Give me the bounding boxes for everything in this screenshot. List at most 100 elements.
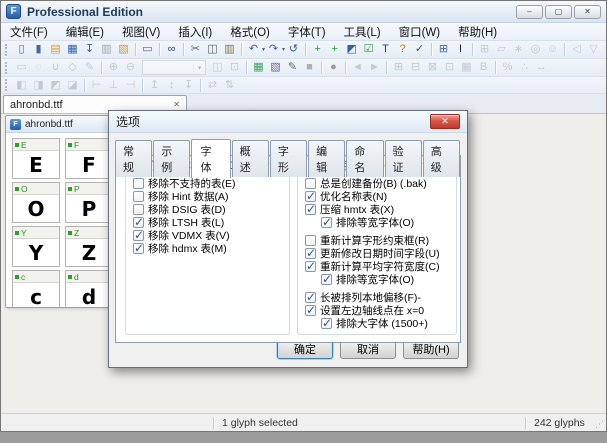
tab-naming[interactable]: 命名 bbox=[346, 140, 383, 177]
zoom-combobox[interactable]: ▾ bbox=[142, 60, 206, 75]
toolbar-separator bbox=[321, 61, 322, 74]
glyph-cell-E[interactable]: E E bbox=[12, 138, 60, 179]
undo-icon[interactable]: ↶ bbox=[245, 42, 262, 57]
checkbox[interactable] bbox=[133, 178, 144, 189]
chevron-down-icon[interactable]: ▾ bbox=[193, 64, 205, 72]
menu-format[interactable]: 格式(O) bbox=[221, 23, 279, 40]
menu-help[interactable]: 帮助(H) bbox=[449, 23, 506, 40]
glyph-cell-c[interactable]: c c bbox=[12, 270, 60, 308]
mapped-glyph-dot bbox=[15, 187, 19, 191]
checkbox-exclude-monospaced-2[interactable]: 排除等宽字体(O) bbox=[305, 273, 452, 286]
revert-icon[interactable]: ↺ bbox=[285, 42, 302, 57]
menu-tools[interactable]: 工具(L) bbox=[335, 23, 390, 40]
paste-icon[interactable]: ▥ bbox=[221, 42, 238, 57]
glyph-cell-label: Y bbox=[21, 228, 27, 238]
group-when-saving-font: 当保存字体文件时(S) 总是创建备份(B) (.bak) 优化名称表(N) 压缩… bbox=[297, 163, 457, 335]
checkbox[interactable] bbox=[133, 217, 144, 228]
menu-font[interactable]: 字体(T) bbox=[279, 23, 335, 40]
preview-table-icon[interactable]: ⊞ bbox=[435, 42, 452, 57]
checkbox[interactable] bbox=[321, 274, 332, 285]
export-icon[interactable]: ↧ bbox=[81, 42, 98, 57]
glyph-cell-F[interactable]: F F bbox=[65, 138, 113, 179]
checkbox[interactable] bbox=[321, 318, 332, 329]
background-toggle-icon[interactable]: ■ bbox=[301, 60, 318, 75]
toolbar-separator bbox=[84, 79, 85, 92]
mapped-glyph-dot bbox=[68, 143, 72, 147]
minimize-button[interactable]: – bbox=[516, 5, 543, 19]
checkbox-exclude-large-fonts[interactable]: 排除大字体 (1500+) bbox=[305, 317, 452, 330]
checkbox[interactable] bbox=[133, 204, 144, 215]
maximize-button[interactable]: ▢ bbox=[545, 5, 572, 19]
copy-icon[interactable]: ◫ bbox=[204, 42, 221, 57]
app-logo-icon: F bbox=[6, 4, 21, 19]
checkbox[interactable] bbox=[305, 261, 316, 272]
checkbox[interactable] bbox=[305, 178, 316, 189]
tab-general[interactable]: 常规 bbox=[115, 140, 152, 177]
menu-window[interactable]: 窗口(W) bbox=[390, 23, 450, 40]
validate-font-icon[interactable]: ☑ bbox=[360, 42, 377, 57]
tab-edit[interactable]: 编辑 bbox=[308, 140, 345, 177]
draw-tool-icon[interactable]: ✎ bbox=[284, 60, 301, 75]
autonaming-icon[interactable]: ✓ bbox=[411, 42, 428, 57]
resize-grip[interactable]: ⋰ bbox=[594, 414, 606, 431]
glyph-cell-d[interactable]: d d bbox=[65, 270, 113, 308]
new-document-icon[interactable]: ▯ bbox=[13, 42, 30, 57]
glyph-properties-icon[interactable]: ◩ bbox=[343, 42, 360, 57]
checkbox[interactable] bbox=[321, 217, 332, 228]
shift-right-icon: ◨ bbox=[30, 78, 47, 93]
new-wizard-icon[interactable]: ▮ bbox=[30, 42, 47, 57]
open-folder-icon[interactable]: ▤ bbox=[47, 42, 64, 57]
checkbox[interactable] bbox=[305, 248, 316, 259]
tab-overview[interactable]: 概述 bbox=[232, 140, 269, 177]
glyph-cell-Z[interactable]: Z Z bbox=[65, 226, 113, 267]
checkbox[interactable] bbox=[305, 235, 316, 246]
point-mode-icon[interactable]: ● bbox=[325, 60, 342, 75]
menu-file[interactable]: 文件(F) bbox=[1, 23, 57, 40]
checkbox[interactable] bbox=[305, 305, 316, 316]
redo-icon[interactable]: ↷ bbox=[265, 42, 282, 57]
dialog-title-bar[interactable]: 选项 ✕ bbox=[109, 111, 467, 133]
cut-icon[interactable]: ✂ bbox=[187, 42, 204, 57]
copy-page-icon[interactable]: ▥ bbox=[98, 42, 115, 57]
main-window: F Professional Edition – ▢ ✕ 文件(F) 编辑(E)… bbox=[0, 0, 607, 432]
image-import-icon[interactable]: ▦ bbox=[250, 60, 267, 75]
toolbar-separator bbox=[431, 43, 432, 56]
tab-glyph[interactable]: 字形 bbox=[270, 140, 307, 177]
checkbox[interactable] bbox=[305, 191, 316, 202]
find-icon[interactable]: ∞ bbox=[163, 42, 180, 57]
checkbox[interactable] bbox=[133, 191, 144, 202]
checkbox-exclude-monospaced-1[interactable]: 排除等宽字体(O) bbox=[305, 216, 452, 229]
title-bar: F Professional Edition – ▢ ✕ bbox=[1, 1, 606, 23]
glyph-window-title-bar[interactable]: F ahronbd.ttf bbox=[6, 116, 116, 133]
glyph-cell-P[interactable]: P P bbox=[65, 182, 113, 223]
save-icon[interactable]: ▦ bbox=[64, 42, 81, 57]
tab-font[interactable]: 字体 bbox=[191, 139, 230, 178]
insert-character-icon[interactable]: I bbox=[452, 42, 469, 57]
checkbox-remove-hdmx-table[interactable]: 移除 hdmx 表(M) bbox=[133, 242, 285, 255]
quick-help-icon[interactable]: ? bbox=[394, 42, 411, 57]
insert-glyphs-icon[interactable]: + bbox=[326, 42, 343, 57]
close-button[interactable]: ✕ bbox=[574, 5, 601, 19]
image-trace-icon[interactable]: ▧ bbox=[267, 60, 284, 75]
print-icon[interactable]: ▭ bbox=[139, 42, 156, 57]
tab-sample[interactable]: 示例 bbox=[153, 140, 190, 177]
toolbar-grip[interactable] bbox=[5, 62, 8, 74]
menu-insert[interactable]: 插入(I) bbox=[169, 23, 221, 40]
tab-advanced[interactable]: 高级 bbox=[423, 140, 460, 177]
favorites-folder-icon[interactable]: ▧ bbox=[115, 42, 132, 57]
insert-glyph-icon[interactable]: + bbox=[309, 42, 326, 57]
tab-validation[interactable]: 验证 bbox=[385, 140, 422, 177]
tab-close-icon[interactable]: ✕ bbox=[173, 100, 180, 109]
glyph-cell-Y[interactable]: Y Y bbox=[12, 226, 60, 267]
menu-view[interactable]: 视图(V) bbox=[113, 23, 169, 40]
font-test-icon[interactable]: T bbox=[377, 42, 394, 57]
checkbox[interactable] bbox=[305, 292, 316, 303]
menu-edit[interactable]: 编辑(E) bbox=[57, 23, 113, 40]
toolbar-grip[interactable] bbox=[5, 44, 8, 56]
toolbar-grip[interactable] bbox=[5, 79, 8, 91]
checkbox[interactable] bbox=[133, 230, 144, 241]
glyph-cell-O[interactable]: O O bbox=[12, 182, 60, 223]
dialog-close-button[interactable]: ✕ bbox=[430, 114, 460, 129]
checkbox[interactable] bbox=[133, 243, 144, 254]
checkbox[interactable] bbox=[305, 204, 316, 215]
